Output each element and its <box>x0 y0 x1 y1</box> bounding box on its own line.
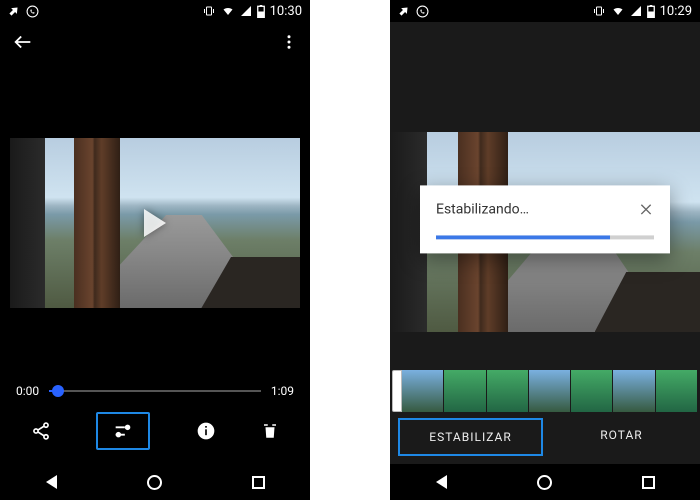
delete-icon[interactable] <box>261 421 279 441</box>
play-button[interactable] <box>10 138 300 308</box>
dialog-title: Estabilizando… <box>436 201 529 217</box>
whatsapp-icon <box>416 5 429 18</box>
share-icon[interactable] <box>31 421 51 441</box>
nav-home-icon[interactable] <box>536 473 554 491</box>
wifi-icon <box>221 5 235 17</box>
nav-recent-icon[interactable] <box>639 473 657 491</box>
progress-dialog: Estabilizando… <box>420 185 670 253</box>
rotate-button[interactable]: ROTAR <box>551 418 692 456</box>
nav-back-icon[interactable] <box>43 473 61 491</box>
signal-icon <box>240 5 252 17</box>
signal-icon <box>630 5 642 17</box>
editor-tabs: ESTABILIZAR ROTAR <box>390 414 700 464</box>
nav-home-icon[interactable] <box>146 473 164 491</box>
player-action-row <box>0 402 310 464</box>
location-icon <box>398 5 410 17</box>
timeline-frame[interactable] <box>402 370 443 412</box>
android-nav-bar <box>0 464 310 500</box>
editor-viewport: Estabilizando… <box>390 62 700 370</box>
phone-screen-player: 10:30 0:00 1:09 <box>0 0 310 500</box>
timeline-frame[interactable] <box>444 370 485 412</box>
seek-slider[interactable] <box>49 390 261 392</box>
player-toolbar <box>0 22 310 62</box>
seek-area: 0:00 1:09 <box>0 384 310 402</box>
stabilize-button[interactable]: ESTABILIZAR <box>398 418 543 456</box>
time-current: 0:00 <box>16 384 39 398</box>
timeline-frame[interactable] <box>571 370 612 412</box>
timeline-frame[interactable] <box>613 370 654 412</box>
close-icon[interactable] <box>638 201 654 217</box>
edit-button[interactable] <box>96 412 150 450</box>
timeline-frame[interactable] <box>656 370 697 412</box>
time-duration: 1:09 <box>271 384 294 398</box>
info-icon[interactable] <box>196 421 216 441</box>
video-viewport[interactable] <box>0 62 310 384</box>
status-clock: 10:29 <box>660 4 692 19</box>
nav-back-icon[interactable] <box>433 473 451 491</box>
wifi-icon <box>611 5 625 17</box>
progress-bar <box>436 235 654 239</box>
status-bar: 10:30 <box>0 0 310 22</box>
editor-toolbar <box>390 22 700 62</box>
timeline-frame[interactable] <box>487 370 528 412</box>
location-icon <box>8 5 20 17</box>
status-bar: 10:29 <box>390 0 700 22</box>
timeline-frame[interactable] <box>529 370 570 412</box>
vibrate-icon <box>202 5 216 17</box>
status-clock: 10:30 <box>270 4 302 19</box>
phone-screen-editor: 10:29 Estabilizando… <box>390 0 700 500</box>
battery-icon <box>647 5 655 18</box>
whatsapp-icon <box>26 5 39 18</box>
nav-recent-icon[interactable] <box>249 473 267 491</box>
android-nav-bar <box>390 464 700 500</box>
overflow-menu-icon[interactable] <box>280 33 298 51</box>
video-frame <box>10 138 300 308</box>
vibrate-icon <box>592 5 606 17</box>
trim-handle-left[interactable] <box>392 370 402 412</box>
timeline-filmstrip[interactable] <box>392 370 698 412</box>
back-icon[interactable] <box>12 31 34 53</box>
battery-icon <box>257 5 265 18</box>
